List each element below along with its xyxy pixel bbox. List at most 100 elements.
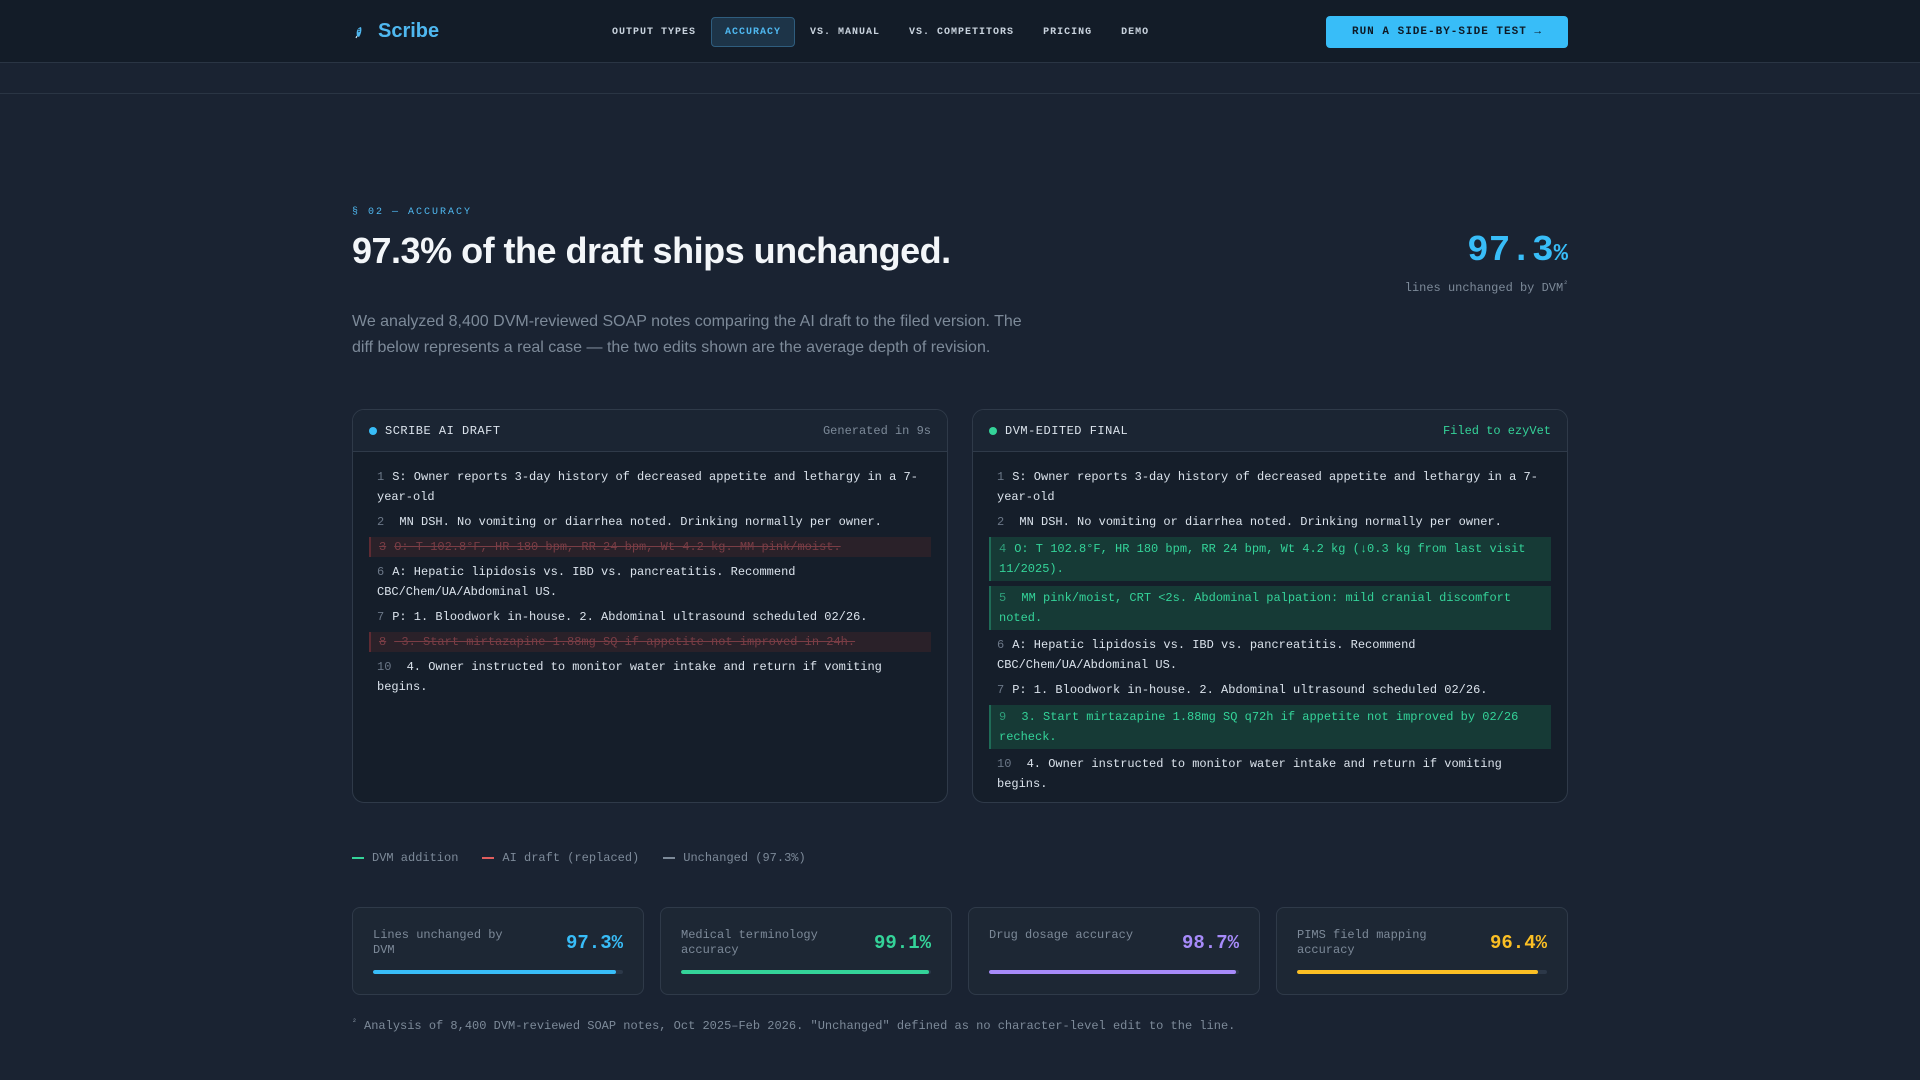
line-number: 7 xyxy=(997,683,1005,697)
legend-swatch-icon xyxy=(482,857,495,859)
line-text: 4. Owner instructed to monitor water int… xyxy=(997,757,1502,791)
stat-value: 96.4% xyxy=(1489,932,1547,954)
brand-name: Scribe xyxy=(378,20,440,42)
status-dot-icon xyxy=(369,426,377,435)
stat-progress-track xyxy=(989,970,1239,974)
legend-swatch-icon xyxy=(352,857,364,859)
line-number: 10 xyxy=(997,757,1012,771)
section-eyebrow: § 02 — ACCURACY xyxy=(352,207,473,218)
stat-progress-track xyxy=(1297,970,1547,974)
line-number: 9 xyxy=(999,710,1007,724)
stat-label: Lines unchanged by DVM xyxy=(373,928,503,957)
line-text: A: Hepatic lipidosis vs. IBD vs. pancrea… xyxy=(377,565,796,599)
diff-line-unchanged: 7 P: 1. Bloodwork in-house. 2. Abdominal … xyxy=(989,680,1551,700)
stat-progress-fill xyxy=(373,970,617,974)
line-text: O: T 102.8°F, HR 180 bpm, RR 24 bpm, Wt … xyxy=(999,542,1526,576)
brand[interactable]: Scribe xyxy=(352,20,439,43)
stat-value: 98.7% xyxy=(1181,932,1239,954)
diff-line-unchanged: 6 A: Hepatic lipidosis vs. IBD vs. pancre… xyxy=(369,562,931,602)
headline-stat-value: 97.3% xyxy=(1467,230,1568,271)
legend-label: DVM addition xyxy=(372,851,459,865)
stat-label: Drug dosage accuracy xyxy=(989,928,1134,942)
page-title: 97.3% of the draft ships unchanged. xyxy=(352,230,951,271)
status-dot-icon xyxy=(989,426,997,435)
nav-link-pricing[interactable]: PRICING xyxy=(1029,17,1106,47)
diff-line-added: 4 O: T 102.8°F, HR 180 bpm, RR 24 bpm, Wt… xyxy=(989,537,1551,581)
top-nav: Scribe OUTPUT TYPES ACCURACY VS. MANUAL VS.… xyxy=(0,0,1920,63)
stat-progress-track xyxy=(373,970,623,974)
stat-label: PIMS field mapping accuracy xyxy=(1297,928,1427,957)
sub-bar xyxy=(0,63,1920,94)
legend-item: DVM addition xyxy=(352,851,458,865)
nav-link-demo[interactable]: DEMO xyxy=(1107,17,1163,47)
legend-label: AI draft (replaced) xyxy=(502,851,640,865)
legend-item: Unchanged (97.3%) xyxy=(663,851,806,865)
line-text: 3. Start mirtazapine 1.88mg SQ q72h if a… xyxy=(999,710,1519,744)
diff-legend: DVM addition AI draft (replaced) Unchanged… xyxy=(352,851,806,865)
stat-value: 99.1% xyxy=(873,932,931,954)
nav-link-vs-manual[interactable]: VS. MANUAL xyxy=(796,17,894,47)
run-side-by-side-test-button[interactable]: RUN A SIDE-BY-SIDE TEST → xyxy=(1326,16,1568,48)
panel-meta: Filed to ezyVet xyxy=(1442,423,1551,438)
nav-link-accuracy[interactable]: ACCURACY xyxy=(711,17,796,47)
ai-draft-panel: SCRIBE AI DRAFT Generated in 9s 1 S: Owne… xyxy=(352,409,948,803)
line-number: 5 xyxy=(999,591,1007,605)
line-text: P: 1. Bloodwork in-house. 2. Abdominal u… xyxy=(1012,683,1488,697)
line-number: 10 xyxy=(377,660,392,674)
line-text: S: Owner reports 3-day history of decrea… xyxy=(997,470,1538,504)
panel-title: DVM-EDITED FINAL xyxy=(1005,423,1129,438)
stat-card: PIMS field mapping accuracy 96.4% xyxy=(1276,907,1568,995)
line-text: 3. Start mirtazapine 1.88mg SQ if appeti… xyxy=(394,635,856,649)
line-text: MM pink/moist, CRT <2s. Abdominal palpat… xyxy=(999,591,1512,625)
stat-card: Medical terminology accuracy 99.1% xyxy=(660,907,952,995)
line-number: 6 xyxy=(997,638,1005,652)
headline-stat: 97.3% lines unchanged by DVM² xyxy=(1405,230,1568,295)
line-text: S: Owner reports 3-day history of decrea… xyxy=(377,470,918,504)
diff-line-added: 5 MM pink/moist, CRT <2s. Abdominal palp… xyxy=(989,586,1551,630)
stat-value: 97.3% xyxy=(565,932,623,954)
dvm-final-lines: 1 S: Owner reports 3-day history of decre… xyxy=(973,452,1567,794)
stat-label: Medical terminology accuracy xyxy=(681,928,818,957)
panel-title: SCRIBE AI DRAFT xyxy=(385,423,501,438)
line-number: 7 xyxy=(377,610,385,624)
line-text: 4. Owner instructed to monitor water int… xyxy=(377,660,882,694)
line-number: 3 xyxy=(379,540,387,554)
line-text: O: T 102.8°F, HR 180 bpm, RR 24 bpm, Wt … xyxy=(394,540,841,554)
footnote: ² Analysis of 8,400 DVM-reviewed SOAP no… xyxy=(352,1018,1236,1033)
dvm-final-panel: DVM-EDITED FINAL Filed to ezyVet 1 S: Own… xyxy=(972,409,1568,803)
diff-line-unchanged: 1 S: Owner reports 3-day history of decre… xyxy=(369,467,931,507)
line-number: 6 xyxy=(377,565,385,579)
intro-paragraph: We analyzed 8,400 DVM-reviewed SOAP note… xyxy=(352,313,1022,356)
stat-card: Drug dosage accuracy 98.7% xyxy=(968,907,1260,995)
line-text: P: 1. Bloodwork in-house. 2. Abdominal u… xyxy=(392,610,868,624)
line-number: 4 xyxy=(999,542,1007,556)
legend-label: Unchanged (97.3%) xyxy=(683,851,806,865)
nav-link-vs-competitors[interactable]: VS. COMPETITORS xyxy=(895,17,1028,47)
diff-line-unchanged: 2 MN DSH. No vomiting or diarrhea noted.… xyxy=(989,512,1551,532)
quill-icon xyxy=(352,25,366,39)
line-number: 1 xyxy=(997,470,1005,484)
diff-line-removed: 3 O: T 102.8°F, HR 180 bpm, RR 24 bpm, Wt… xyxy=(369,537,931,557)
line-number: 1 xyxy=(377,470,385,484)
stat-progress-fill xyxy=(1297,970,1538,974)
stat-progress-track xyxy=(681,970,931,974)
diff-line-unchanged: 10 4. Owner instructed to monitor water … xyxy=(369,657,931,697)
line-number: 2 xyxy=(997,515,1005,529)
line-text: A: Hepatic lipidosis vs. IBD vs. pancrea… xyxy=(997,638,1416,672)
diff-line-unchanged: 7 P: 1. Bloodwork in-house. 2. Abdominal … xyxy=(369,607,931,627)
nav-link-output-types[interactable]: OUTPUT TYPES xyxy=(598,17,710,47)
ai-draft-lines: 1 S: Owner reports 3-day history of decre… xyxy=(353,452,947,697)
stat-progress-fill xyxy=(989,970,1236,974)
line-text: MN DSH. No vomiting or diarrhea noted. D… xyxy=(392,515,882,529)
diff-line-unchanged: 6 A: Hepatic lipidosis vs. IBD vs. pancre… xyxy=(989,635,1551,675)
diff-line-added: 9 3. Start mirtazapine 1.88mg SQ q72h if… xyxy=(989,705,1551,749)
legend-item: AI draft (replaced) xyxy=(482,851,639,865)
nav-links: OUTPUT TYPES ACCURACY VS. MANUAL VS. COMPET… xyxy=(598,17,1164,47)
accuracy-stat-cards: Lines unchanged by DVM 97.3% Medical termi… xyxy=(352,907,1568,995)
diff-line-removed: 8 3. Start mirtazapine 1.88mg SQ if appe… xyxy=(369,632,931,652)
legend-swatch-icon xyxy=(663,857,676,859)
ai-draft-panel-header: SCRIBE AI DRAFT Generated in 9s xyxy=(353,410,947,452)
panel-meta: Generated in 9s xyxy=(822,423,931,438)
diff-line-unchanged: 1 S: Owner reports 3-day history of decre… xyxy=(989,467,1551,507)
stat-card: Lines unchanged by DVM 97.3% xyxy=(352,907,644,995)
